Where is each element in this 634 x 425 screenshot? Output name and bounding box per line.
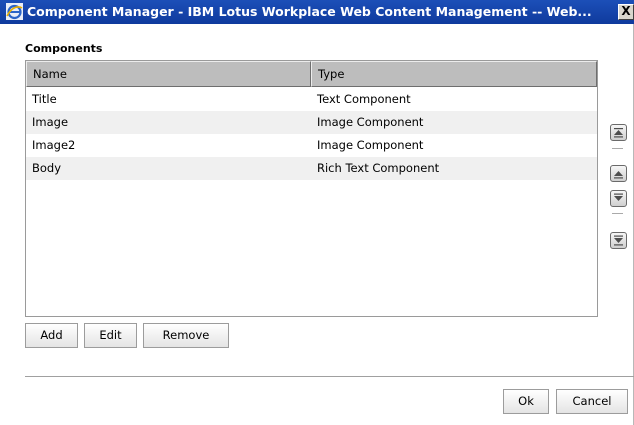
edit-button[interactable]: Edit	[84, 323, 137, 348]
footer-divider	[25, 376, 634, 377]
move-to-bottom-button[interactable]	[610, 232, 627, 249]
control-divider	[612, 213, 623, 214]
row-name: Image2	[32, 138, 76, 152]
row-type: Rich Text Component	[317, 161, 440, 175]
move-down-button[interactable]	[610, 190, 627, 207]
window-title: Component Manager - IBM Lotus Workplace …	[27, 4, 592, 19]
move-top-icon	[614, 128, 623, 138]
ok-button[interactable]: Ok	[503, 389, 549, 414]
row-type: Image Component	[317, 138, 424, 152]
row-name: Title	[32, 92, 57, 106]
move-up-icon	[614, 171, 623, 179]
add-button[interactable]: Add	[25, 323, 78, 348]
move-down-icon	[614, 193, 623, 201]
move-up-button[interactable]	[610, 165, 627, 182]
components-table: Name Type Title Text Component Image Ima…	[25, 60, 598, 317]
remove-button[interactable]: Remove	[143, 323, 229, 348]
column-header-name[interactable]: Name	[26, 61, 311, 87]
table-row[interactable]: Body Rich Text Component	[26, 157, 597, 180]
browser-app-icon	[6, 3, 23, 20]
table-row[interactable]: Image Image Component	[26, 111, 597, 134]
row-type: Image Component	[317, 115, 424, 129]
row-name: Body	[32, 161, 62, 175]
move-to-top-button[interactable]	[610, 124, 627, 141]
title-bar[interactable]: Component Manager - IBM Lotus Workplace …	[0, 0, 634, 24]
move-bottom-icon	[614, 235, 623, 246]
table-header: Name Type	[26, 61, 597, 87]
table-row[interactable]: Title Text Component	[26, 88, 597, 111]
cancel-button[interactable]: Cancel	[556, 389, 628, 414]
components-label: Components	[25, 42, 103, 55]
control-divider	[612, 148, 623, 149]
table-row[interactable]: Image2 Image Component	[26, 134, 597, 157]
column-header-type[interactable]: Type	[311, 61, 597, 87]
component-manager-window: Component Manager - IBM Lotus Workplace …	[0, 0, 634, 425]
row-type: Text Component	[317, 92, 411, 106]
row-name: Image	[32, 115, 69, 129]
close-button[interactable]: X	[618, 4, 634, 20]
